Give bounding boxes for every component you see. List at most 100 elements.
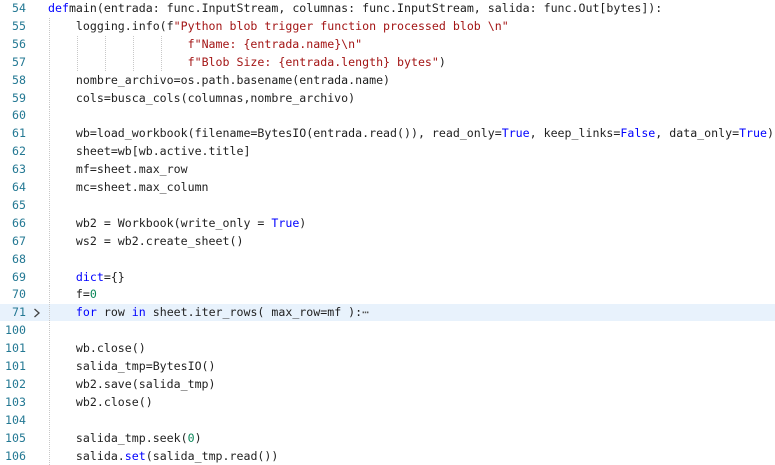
token-kw: def	[48, 1, 69, 15]
token: sheet.iter_rows( max_row=mf ):	[145, 305, 363, 320]
line-number: 103	[5, 394, 26, 409]
code-line[interactable]: 105 salida_tmp.seek(0)	[0, 429, 775, 447]
code-line[interactable]: 54 defmain(entrada: func.InputStream, col…	[0, 0, 775, 17]
line-number: 100	[5, 323, 26, 338]
line-number: 68	[12, 251, 26, 266]
chevron-right-icon[interactable]	[31, 304, 43, 321]
code-line[interactable]: 59 cols=busca_cols(columnas,nombre_archi…	[0, 89, 775, 107]
code-line[interactable]: 64 mc=sheet.max_column	[0, 179, 775, 196]
token: cols=busca_cols(columnas,nombre_archivo)	[75, 90, 356, 105]
code-line[interactable]: 68	[0, 250, 775, 268]
token: logging.info(f	[75, 18, 174, 33]
code-line[interactable]: 56 f"Name: {entrada.name}\n"	[0, 35, 775, 53]
code-text[interactable]: salida.set(salida_tmp.read())	[48, 448, 278, 465]
code-editor[interactable]: 54 defmain(entrada: func.InputStream, col…	[0, 0, 775, 465]
code-line[interactable]: 104	[0, 411, 775, 429]
code-line[interactable]: 67 ws2 = wb2.create_sheet()	[0, 232, 775, 250]
code-text[interactable]: f"Name: {entrada.name}\n"	[48, 36, 363, 53]
token-kw: True	[739, 126, 767, 141]
token-num: 0	[89, 287, 97, 302]
code-text[interactable]: nombre_archivo=os.path.basename(entrada.…	[48, 72, 390, 89]
code-line[interactable]: 101 salida_tmp=BytesIO()	[0, 358, 775, 375]
code-text[interactable]: cols=busca_cols(columnas,nombre_archivo)	[48, 90, 355, 107]
line-number: 69	[12, 269, 26, 284]
code-text[interactable]: f=0	[48, 286, 97, 303]
token: (salida_tmp.read())	[145, 448, 279, 463]
code-text[interactable]: f"Blob Size: {entrada.length} bytes")	[48, 54, 446, 71]
line-number: 59	[12, 90, 26, 105]
code-text[interactable]: for row in sheet.iter_rows( max_row=mf )…	[48, 304, 369, 321]
token: )	[766, 126, 774, 141]
code-line[interactable]: 101 wb.close()	[0, 340, 775, 358]
token: salida.	[75, 448, 125, 463]
code-line[interactable]: 66 wb2 = Workbook(write_only = True)	[0, 214, 775, 232]
code-line[interactable]: 62 sheet=wb[wb.active.title]	[0, 143, 775, 161]
code-line[interactable]: 55 logging.info(f"Python blob trigger fu…	[0, 17, 775, 35]
token: mf=sheet.max_row	[75, 162, 188, 177]
code-line[interactable]: 57 f"Blob Size: {entrada.length} bytes")	[0, 53, 775, 71]
token: wb.close()	[75, 341, 146, 356]
code-line[interactable]: 70 f=0	[0, 286, 775, 304]
token: )	[299, 215, 307, 230]
indent-guides	[48, 250, 348, 268]
token: salida_tmp.seek(	[75, 430, 188, 445]
code-line[interactable]: 69 dict={}	[0, 268, 775, 286]
code-line-folded[interactable]: 71 for row in sheet.iter_rows( max_row=m…	[0, 304, 775, 322]
code-line[interactable]: 100	[0, 322, 775, 340]
line-number: 65	[12, 197, 26, 212]
code-text[interactable]: mf=sheet.max_row	[48, 161, 188, 178]
line-number: 60	[12, 108, 26, 123]
code-line[interactable]: 63 mf=sheet.max_row	[0, 161, 775, 179]
code-text[interactable]: salida_tmp=BytesIO()	[48, 358, 216, 375]
code-line[interactable]: 61 wb=load_workbook(filename=BytesIO(ent…	[0, 125, 775, 143]
code-text[interactable]: wb2.save(salida_tmp)	[48, 376, 216, 393]
code-text[interactable]: logging.info(f"Python blob trigger funct…	[48, 18, 509, 35]
code-text[interactable]: wb=load_workbook(filename=BytesIO(entrad…	[48, 125, 774, 142]
code-text[interactable]: wb.close()	[48, 340, 146, 357]
code-line[interactable]: 102 wb2.save(salida_tmp)	[0, 375, 775, 393]
code-text[interactable]: wb2.close()	[48, 394, 153, 411]
code-text[interactable]	[48, 107, 76, 124]
code-text[interactable]: salida_tmp.seek(0)	[48, 430, 202, 447]
line-number: 101	[5, 359, 26, 373]
token: )	[194, 430, 202, 445]
code-text[interactable]	[48, 251, 76, 268]
code-text[interactable]: defmain(entrada: func.InputStream, colum…	[48, 0, 662, 17]
token: main(entrada: func.InputStream, columnas…	[68, 1, 663, 15]
token: )	[438, 54, 446, 69]
token: sheet=wb[wb.active.title]	[75, 144, 251, 159]
code-text[interactable]: dict={}	[48, 269, 125, 286]
code-text[interactable]: wb2 = Workbook(write_only = True)	[48, 215, 306, 232]
code-text[interactable]	[48, 197, 76, 214]
token-num: 0	[187, 430, 195, 445]
code-text[interactable]	[48, 412, 76, 429]
token: f=	[75, 287, 90, 302]
line-number: 55	[12, 18, 26, 33]
code-text[interactable]: ws2 = wb2.create_sheet()	[48, 233, 244, 250]
code-line[interactable]: 58 nombre_archivo=os.path.basename(entra…	[0, 71, 775, 89]
folded-ellipsis-icon[interactable]: ⋯	[362, 305, 369, 319]
token-str: f"Blob Size: {entrada.length} bytes"	[187, 54, 439, 69]
token: , data_only=	[655, 126, 740, 141]
code-line[interactable]: 103 wb2.close()	[0, 393, 775, 411]
token: , keep_links=	[529, 126, 621, 141]
code-text[interactable]: mc=sheet.max_column	[48, 179, 209, 196]
code-text[interactable]	[48, 322, 76, 339]
line-number: 101	[5, 341, 26, 356]
code-text[interactable]: sheet=wb[wb.active.title]	[48, 143, 251, 160]
code-line[interactable]: 65	[0, 196, 775, 214]
code-line[interactable]: 60	[0, 107, 775, 125]
code-line[interactable]: 106 salida.set(salida_tmp.read())	[0, 447, 775, 465]
